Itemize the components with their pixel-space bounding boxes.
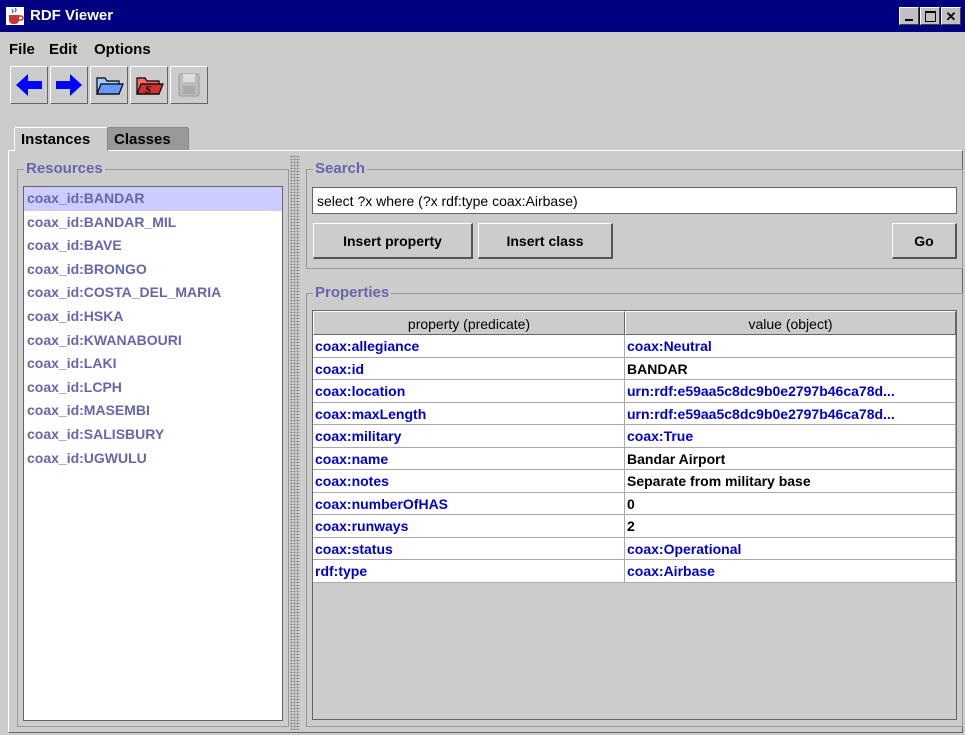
table-row[interactable]: coax:notes Separate from military base (313, 470, 956, 493)
value-cell[interactable]: BANDAR (625, 357, 956, 380)
table-row[interactable]: coax:id BANDAR (313, 357, 956, 380)
value-cell[interactable]: Separate from military base (625, 470, 956, 493)
table-row[interactable]: coax:runways 2 (313, 515, 956, 538)
property-cell[interactable]: coax:numberOfHAS (313, 492, 625, 515)
property-cell[interactable]: coax:name (313, 447, 625, 470)
open-schema-icon: S (136, 77, 164, 96)
table-row[interactable]: coax:allegiance coax:Neutral (313, 335, 956, 358)
table-row[interactable]: coax:military coax:True (313, 425, 956, 448)
java-cup-icon (6, 7, 24, 25)
list-item[interactable]: coax_id:HSKA (24, 305, 282, 329)
open-button[interactable] (90, 66, 128, 104)
value-cell[interactable]: 0 (625, 492, 956, 515)
list-item[interactable]: coax_id:MASEMBI (24, 399, 282, 423)
list-item[interactable]: coax_id:UGWULU (24, 447, 282, 471)
property-cell[interactable]: coax:location (313, 380, 625, 403)
value-cell[interactable]: urn:rdf:e59aa5c8dc9b0e2797b46ca78d... (625, 402, 956, 425)
resources-title: Resources (24, 160, 105, 177)
property-cell[interactable]: coax:allegiance (313, 335, 625, 358)
title-bar[interactable]: RDF Viewer ✕ (0, 0, 965, 32)
resources-list[interactable]: coax_id:BANDAR coax_id:BANDAR_MIL coax_i… (23, 186, 283, 721)
value-cell[interactable]: coax:Operational (625, 537, 956, 560)
maximize-icon (924, 10, 936, 22)
list-item[interactable]: coax_id:LCPH (24, 376, 282, 400)
menu-edit[interactable]: Edit (49, 41, 77, 58)
properties-title: Properties (313, 284, 392, 301)
tab-instances[interactable]: Instances (14, 127, 108, 151)
list-item[interactable]: coax_id:BANDAR_MIL (24, 211, 282, 235)
list-item[interactable]: coax_id:BANDAR (24, 187, 282, 211)
column-header-value[interactable]: value (object) (625, 311, 956, 335)
property-cell[interactable]: rdf:type (313, 560, 625, 583)
property-cell[interactable]: coax:status (313, 537, 625, 560)
open-folder-icon (96, 77, 124, 95)
tab-classes[interactable]: Classes (107, 127, 189, 151)
window-title: RDF Viewer (30, 7, 114, 24)
rdf-viewer-window: RDF Viewer ✕ File Edit Options S Instanc… (0, 0, 965, 735)
table-row[interactable]: coax:numberOfHAS 0 (313, 492, 956, 515)
insert-class-button[interactable]: Insert class (478, 223, 613, 259)
property-cell[interactable]: coax:runways (313, 515, 625, 538)
list-item[interactable]: coax_id:BAVE (24, 234, 282, 258)
insert-property-button[interactable]: Insert property (313, 223, 473, 259)
table-row[interactable]: coax:location urn:rdf:e59aa5c8dc9b0e2797b… (313, 380, 956, 403)
forward-button[interactable] (50, 66, 88, 104)
list-item[interactable]: coax_id:BRONGO (24, 258, 282, 282)
save-button[interactable] (170, 66, 208, 104)
minimize-button[interactable] (899, 7, 919, 25)
close-icon: ✕ (945, 8, 957, 24)
menu-options[interactable]: Options (94, 41, 151, 58)
property-cell[interactable]: coax:id (313, 357, 625, 380)
list-item[interactable]: coax_id:COSTA_DEL_MARIA (24, 281, 282, 305)
value-cell[interactable]: coax:Airbase (625, 560, 956, 583)
table-row[interactable]: coax:maxLength urn:rdf:e59aa5c8dc9b0e2797… (313, 402, 956, 425)
forward-arrow-icon (56, 74, 82, 96)
list-item[interactable]: coax_id:LAKI (24, 352, 282, 376)
save-disk-icon (178, 73, 200, 97)
back-arrow-icon (16, 74, 42, 96)
column-header-property[interactable]: property (predicate) (313, 311, 625, 335)
table-row[interactable]: coax:status coax:Operational (313, 537, 956, 560)
table-row[interactable]: coax:name Bandar Airport (313, 447, 956, 470)
go-button[interactable]: Go (892, 223, 957, 259)
search-query-input[interactable] (312, 187, 957, 214)
property-cell[interactable]: coax:notes (313, 470, 625, 493)
svg-text:S: S (145, 84, 151, 96)
value-cell[interactable]: Bandar Airport (625, 447, 956, 470)
list-item[interactable]: coax_id:SALISBURY (24, 423, 282, 447)
value-cell[interactable]: 2 (625, 515, 956, 538)
split-pane-divider[interactable] (290, 155, 300, 730)
value-cell[interactable]: coax:Neutral (625, 335, 956, 358)
close-button[interactable]: ✕ (941, 7, 961, 25)
value-cell[interactable]: urn:rdf:e59aa5c8dc9b0e2797b46ca78d... (625, 380, 956, 403)
list-item[interactable]: coax_id:KWANABOURI (24, 329, 282, 353)
search-title: Search (313, 160, 368, 177)
property-cell[interactable]: coax:military (313, 425, 625, 448)
open-schema-button[interactable]: S (130, 66, 168, 104)
maximize-button[interactable] (920, 7, 940, 25)
properties-table[interactable]: property (predicate) value (object) coax… (312, 310, 957, 720)
back-button[interactable] (10, 66, 48, 104)
menu-bar: File Edit Options (0, 34, 965, 64)
table-row[interactable]: rdf:type coax:Airbase (313, 560, 956, 583)
minimize-icon (905, 19, 913, 21)
menu-file[interactable]: File (9, 41, 35, 58)
property-cell[interactable]: coax:maxLength (313, 402, 625, 425)
value-cell[interactable]: coax:True (625, 425, 956, 448)
